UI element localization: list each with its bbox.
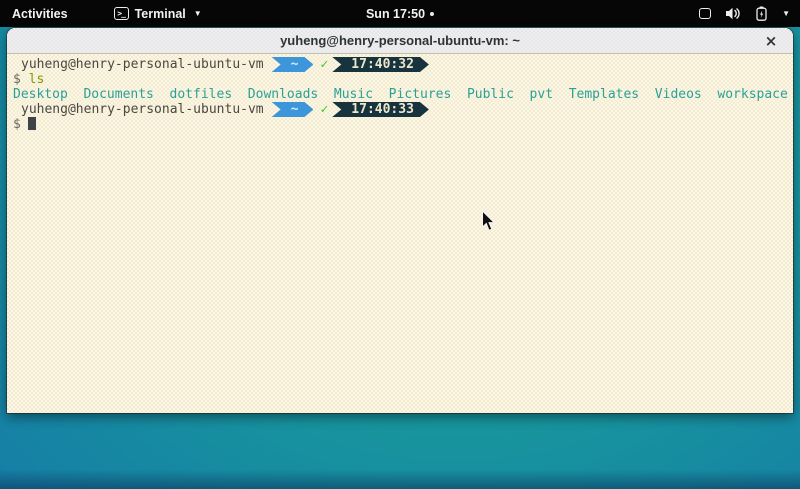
command-line-1: $ ls	[13, 72, 787, 87]
command-text: ls	[29, 72, 45, 87]
prompt-dollar: $	[13, 72, 21, 87]
window-titlebar[interactable]: yuheng@henry-personal-ubuntu-vm: ~ ×	[7, 28, 793, 54]
prompt-time-segment: 17:40:32	[332, 57, 429, 72]
app-menu-label: Terminal	[135, 7, 186, 21]
mouse-cursor	[481, 210, 496, 232]
status-check-icon: ✓	[320, 102, 328, 117]
network-icon	[699, 8, 711, 19]
close-icon[interactable]: ×	[759, 28, 783, 54]
prompt-path-segment: ~	[272, 57, 314, 72]
command-line-2: $	[13, 117, 787, 132]
activities-button[interactable]: Activities	[0, 0, 80, 27]
prompt-dollar: $	[13, 117, 21, 132]
prompt-path-segment: ~	[272, 102, 314, 117]
app-menu-button[interactable]: >_ Terminal ▼	[108, 0, 208, 27]
prompt-user: yuheng@henry-personal-ubuntu-vm	[13, 57, 264, 72]
window-title: yuheng@henry-personal-ubuntu-vm: ~	[280, 33, 520, 48]
chevron-down-icon: ▼	[782, 9, 790, 18]
gnome-top-bar: Activities >_ Terminal ▼ Sun 17:50 ▼	[0, 0, 800, 27]
system-menu-button[interactable]: ▼	[691, 0, 800, 27]
terminal-cursor	[28, 117, 36, 130]
status-check-icon: ✓	[320, 57, 328, 72]
activities-label: Activities	[12, 7, 68, 21]
battery-charging-icon	[756, 6, 767, 21]
prompt-user: yuheng@henry-personal-ubuntu-vm	[13, 102, 264, 117]
volume-icon	[726, 7, 741, 20]
terminal-app-icon: >_	[114, 7, 129, 20]
clock-label: Sun 17:50	[366, 7, 425, 21]
terminal-content[interactable]: yuheng@henry-personal-ubuntu-vm ~ ✓ 17:4…	[7, 54, 793, 413]
clock-button[interactable]: Sun 17:50	[366, 0, 434, 27]
prompt-line-1: yuheng@henry-personal-ubuntu-vm ~ ✓ 17:4…	[13, 57, 787, 72]
ls-output-line: Desktop Documents dotfiles Downloads Mus…	[13, 87, 787, 102]
notification-dot-icon	[430, 12, 434, 16]
prompt-line-2: yuheng@henry-personal-ubuntu-vm ~ ✓ 17:4…	[13, 102, 787, 117]
chevron-down-icon: ▼	[194, 9, 202, 18]
terminal-window: yuheng@henry-personal-ubuntu-vm: ~ × yuh…	[7, 28, 793, 413]
prompt-time-segment: 17:40:33	[332, 102, 429, 117]
